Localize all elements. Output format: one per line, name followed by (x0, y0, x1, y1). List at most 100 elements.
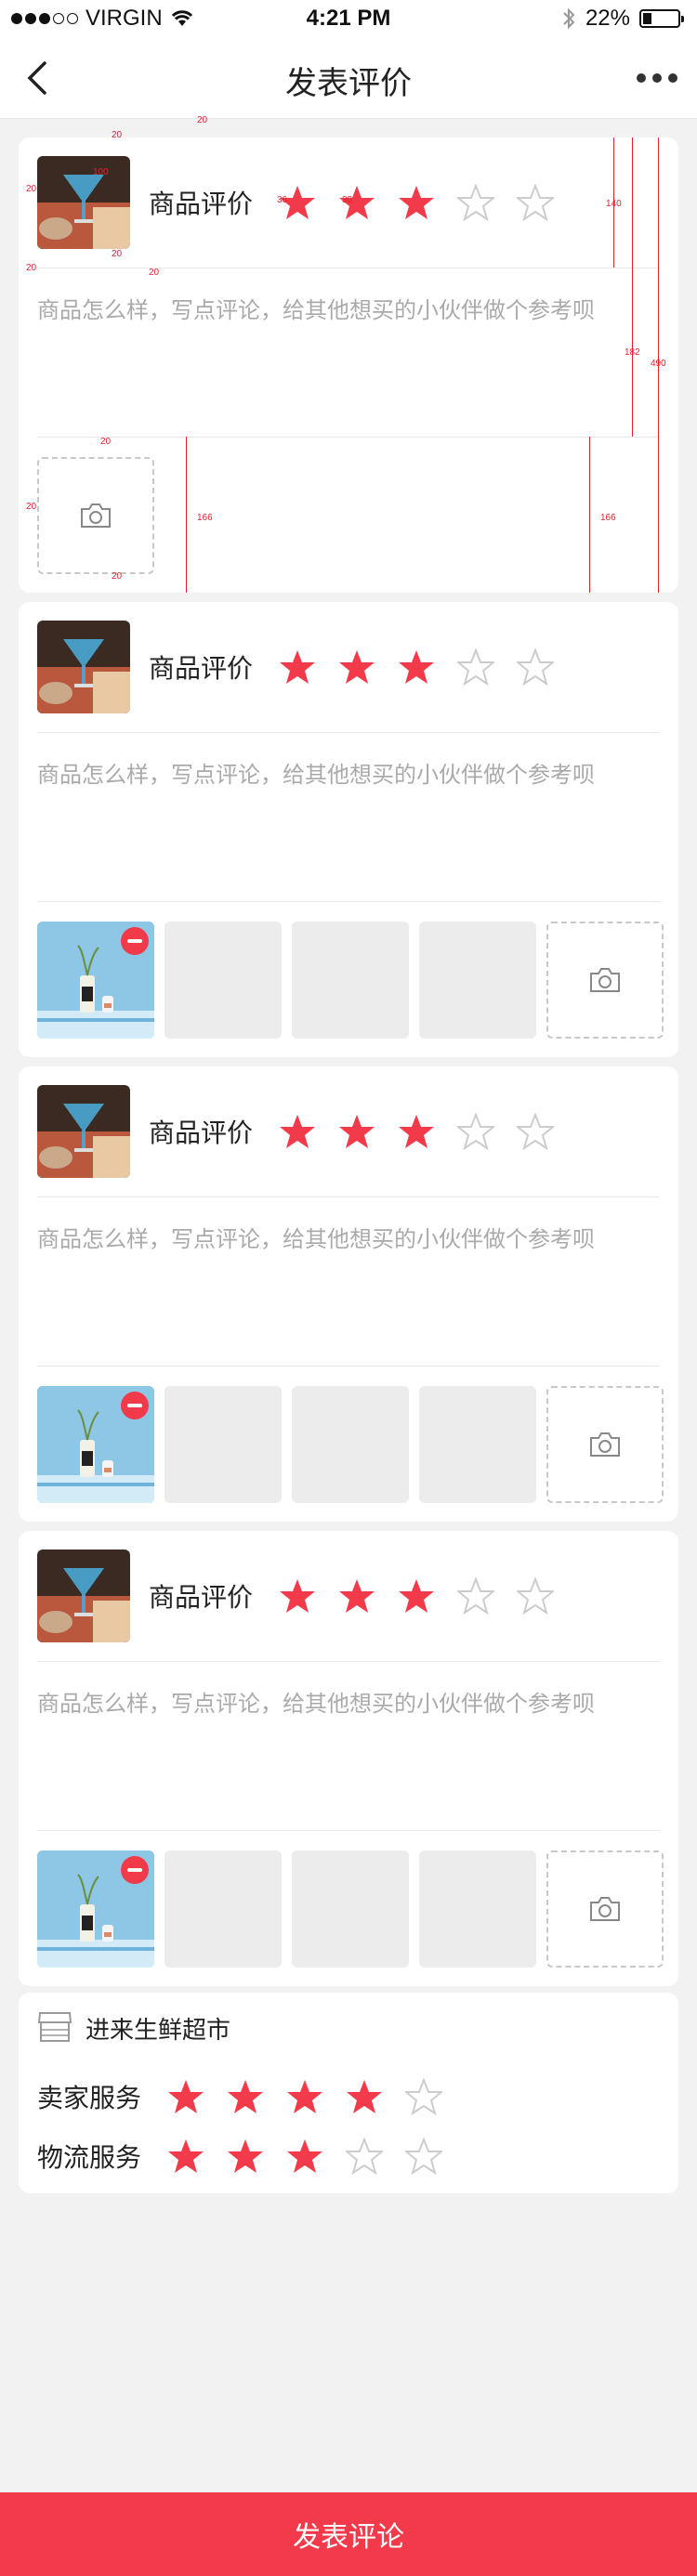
review-textarea[interactable]: 商品怎么样，写点评论，给其他想买的小伙伴做个参考呗 (37, 292, 595, 324)
product-image (37, 156, 130, 249)
rating-stars (279, 1577, 554, 1615)
photo-slot[interactable] (37, 1386, 154, 1503)
annotation-label: 20 (26, 502, 37, 512)
camera-icon (590, 1897, 620, 1921)
empty-photo-slot (292, 1386, 409, 1503)
annotation-label: 166 (197, 513, 213, 523)
nav-bar: 发表评价 (0, 37, 697, 119)
photo-slot[interactable] (37, 1850, 154, 1968)
star-icon[interactable] (457, 1577, 494, 1615)
star-icon[interactable] (457, 1113, 494, 1150)
annotation-label: 20 (149, 268, 160, 278)
remove-photo-icon[interactable] (121, 1392, 149, 1419)
review-card: 商品评价 商品怎么样，写点评论，给其他想买的小伙伴做个参考呗 20 36 30 100… (19, 130, 678, 593)
empty-photo-slot (164, 1386, 282, 1503)
review-card: 商品评价 商品怎么样，写点评论，给其他想买的小伙伴做个参考呗 (19, 602, 678, 1057)
logistics-service-stars (167, 2138, 442, 2175)
star-icon[interactable] (279, 648, 316, 686)
ellipsis-icon[interactable] (634, 61, 680, 95)
rating-stars (279, 184, 554, 221)
remove-photo-icon[interactable] (121, 1856, 149, 1884)
service-label: 卖家服务 (37, 2084, 142, 2112)
star-icon[interactable] (457, 184, 494, 221)
battery-icon (639, 9, 684, 28)
star-icon[interactable] (517, 184, 554, 221)
page-title: 发表评价 (285, 66, 412, 101)
submit-review-button[interactable]: 发表评论 (0, 2492, 697, 2576)
photo-row (37, 1850, 664, 1968)
product-thumbnail (37, 1085, 130, 1178)
star-icon[interactable] (346, 2078, 383, 2115)
star-icon[interactable] (398, 184, 435, 221)
star-icon[interactable] (338, 1577, 375, 1615)
shop-name: 进来生鲜超市 (85, 2016, 231, 2044)
battery-percent: 22% (585, 6, 630, 31)
camera-icon (590, 968, 620, 992)
camera-icon (81, 503, 111, 528)
review-label: 商品评价 (149, 190, 254, 218)
camera-icon (590, 1432, 620, 1457)
annotation-line (613, 137, 614, 268)
star-icon[interactable] (398, 648, 435, 686)
empty-photo-slot (292, 1850, 409, 1968)
star-icon[interactable] (517, 648, 554, 686)
annotation-label: 30 (342, 195, 353, 205)
photo-row (37, 922, 664, 1039)
empty-photo-slot (292, 922, 409, 1039)
star-icon[interactable] (279, 1577, 316, 1615)
annotation-label: 20 (197, 115, 208, 125)
star-icon[interactable] (517, 1113, 554, 1150)
remove-photo-icon[interactable] (121, 927, 149, 955)
store-icon (37, 2012, 72, 2042)
logistics-service-row: 物流服务 (37, 2138, 442, 2175)
review-textarea[interactable]: 商品怎么样，写点评论，给其他想买的小伙伴做个参考呗 (37, 756, 595, 789)
bluetooth-icon (563, 7, 575, 30)
star-icon[interactable] (167, 2078, 204, 2115)
star-icon[interactable] (338, 648, 375, 686)
photo-slot[interactable] (37, 922, 154, 1039)
annotation-label: 166 (600, 513, 616, 523)
annotation-label: 36 (277, 195, 288, 205)
review-label: 商品评价 (149, 1583, 254, 1612)
review-card: 商品评价 商品怎么样，写点评论，给其他想买的小伙伴做个参考呗 (19, 1531, 678, 1986)
star-icon[interactable] (457, 648, 494, 686)
add-photo-button[interactable] (546, 1386, 664, 1503)
star-icon[interactable] (398, 1577, 435, 1615)
product-image (37, 1550, 130, 1642)
review-label: 商品评价 (149, 1118, 254, 1147)
empty-photo-slot (164, 1850, 282, 1968)
annotation-label: 20 (26, 184, 37, 194)
add-photo-button[interactable] (546, 1850, 664, 1968)
star-icon[interactable] (227, 2138, 264, 2175)
product-image (37, 621, 130, 713)
status-right: 22% (561, 6, 684, 32)
star-icon[interactable] (286, 2078, 323, 2115)
star-icon[interactable] (167, 2138, 204, 2175)
star-icon[interactable] (286, 2138, 323, 2175)
star-icon[interactable] (279, 1113, 316, 1150)
review-label: 商品评价 (149, 654, 254, 683)
add-photo-button[interactable] (37, 457, 154, 574)
star-icon[interactable] (517, 1577, 554, 1615)
service-label: 物流服务 (37, 2143, 142, 2172)
star-icon[interactable] (405, 2138, 442, 2175)
photo-row (37, 457, 154, 574)
star-icon[interactable] (405, 2078, 442, 2115)
empty-photo-slot (419, 1850, 536, 1968)
review-textarea[interactable]: 商品怎么样，写点评论，给其他想买的小伙伴做个参考呗 (37, 1221, 595, 1253)
star-icon[interactable] (338, 1113, 375, 1150)
rating-stars (279, 1113, 554, 1150)
annotation-line (658, 137, 659, 593)
annotation-label: 20 (112, 249, 123, 259)
empty-photo-slot (419, 922, 536, 1039)
annotation-label: 20 (26, 263, 37, 273)
seller-service-row: 卖家服务 (37, 2078, 442, 2115)
product-thumbnail (37, 1550, 130, 1642)
review-textarea[interactable]: 商品怎么样，写点评论，给其他想买的小伙伴做个参考呗 (37, 1685, 595, 1718)
annotation-label: 100 (93, 167, 109, 177)
annotation-label: 20 (112, 130, 123, 140)
star-icon[interactable] (227, 2078, 264, 2115)
add-photo-button[interactable] (546, 922, 664, 1039)
star-icon[interactable] (398, 1113, 435, 1150)
star-icon[interactable] (346, 2138, 383, 2175)
